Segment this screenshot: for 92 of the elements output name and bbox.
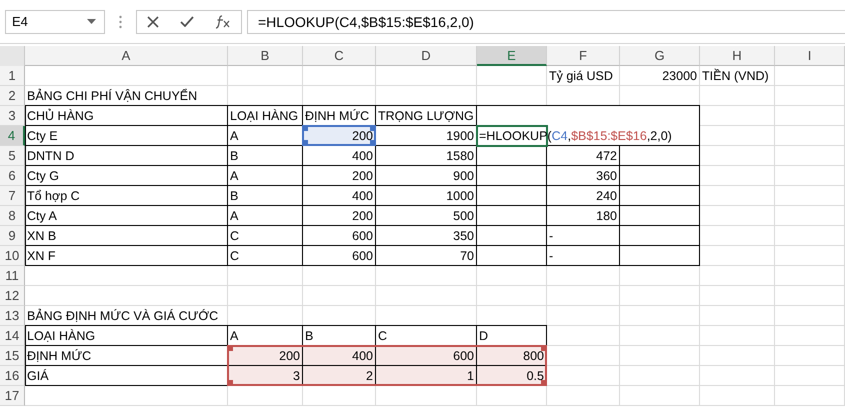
- column-header[interactable]: G: [620, 46, 700, 66]
- table-cell: 350: [453, 229, 474, 243]
- function-icon[interactable]: [214, 14, 231, 28]
- table-cell: Tỷ giá USD: [549, 69, 613, 83]
- table-cell: 600: [453, 349, 474, 363]
- table-cell: 240: [596, 189, 617, 203]
- table-cell: TIỀN (VND): [702, 69, 769, 83]
- table-cell: -: [549, 229, 554, 243]
- table-cell: ĐỊNH MỨC: [305, 109, 370, 123]
- name-box[interactable]: E4: [5, 10, 105, 34]
- column-header[interactable]: F: [547, 46, 620, 66]
- row-header[interactable]: 14: [0, 326, 25, 346]
- table-cell: 500: [453, 209, 474, 223]
- row-header[interactable]: 16: [0, 366, 25, 386]
- column-header[interactable]: A: [25, 46, 228, 66]
- table-cell: A: [230, 169, 238, 183]
- column-header[interactable]: H: [700, 46, 775, 66]
- formula-field[interactable]: =HLOOKUP(C4,$B$15:$E$16,2,0): [247, 10, 845, 34]
- drag-handle-icon[interactable]: [119, 14, 122, 28]
- table-cell: C: [230, 249, 240, 263]
- table-cell: C: [230, 229, 240, 243]
- table-cell: 800: [523, 349, 544, 363]
- table-cell: 3: [293, 369, 300, 383]
- table-cell: LOẠI HÀNG: [27, 329, 96, 343]
- table-cell: 1900: [446, 129, 474, 143]
- caret-icon[interactable]: [87, 19, 96, 24]
- table-cell: B: [305, 329, 314, 343]
- table-cell: LOẠI HÀNG: [230, 109, 298, 123]
- column-header[interactable]: B: [228, 46, 303, 66]
- row-header[interactable]: 13: [0, 306, 25, 326]
- table-cell: A: [230, 329, 238, 343]
- row-header[interactable]: 8: [0, 206, 25, 226]
- column-header[interactable]: D: [376, 46, 477, 66]
- row-header[interactable]: 4: [0, 126, 25, 146]
- table-cell: 360: [596, 169, 617, 183]
- column-header[interactable]: E: [477, 46, 547, 66]
- table-cell: C: [378, 329, 388, 343]
- table-cell: 200: [352, 129, 373, 143]
- table-cell: GIÁ: [27, 369, 49, 383]
- table-cell: CHỦ HÀNG: [27, 109, 94, 123]
- table-cell: 200: [352, 169, 373, 183]
- table-cell: 1: [467, 369, 474, 383]
- table-cell: XN B: [27, 229, 56, 243]
- table-cell: 2: [366, 369, 373, 383]
- table-cell: 400: [352, 189, 373, 203]
- row-header[interactable]: 10: [0, 246, 25, 266]
- table-cell: 400: [352, 349, 373, 363]
- column-header[interactable]: I: [775, 46, 845, 66]
- table-cell: 70: [460, 249, 474, 263]
- table-cell: 600: [352, 249, 373, 263]
- row-header[interactable]: 5: [0, 146, 25, 166]
- cancel-icon[interactable]: [147, 16, 160, 28]
- table-cell: Cty E: [27, 129, 58, 143]
- row-header[interactable]: 9: [0, 226, 25, 246]
- row-header[interactable]: 1: [0, 66, 25, 86]
- table-cell: Cty A: [27, 209, 57, 223]
- column-header[interactable]: C: [303, 46, 376, 66]
- table-cell: Tổ hợp C: [27, 189, 80, 203]
- table-cell: 472: [596, 149, 617, 163]
- table-cell: B: [230, 149, 238, 163]
- table-cell: BẢNG CHI PHÍ VẬN CHUYỂN: [27, 89, 198, 103]
- table-cell: A: [230, 129, 238, 143]
- table-cell: A: [230, 209, 238, 223]
- table-cell: 0.5: [526, 369, 544, 383]
- table-cell: TRỌNG LƯỢNG: [378, 109, 474, 123]
- table-cell: 200: [352, 209, 373, 223]
- table-cell: 1000: [446, 189, 474, 203]
- table-cell: DNTN D: [27, 149, 74, 163]
- table-cell: B: [230, 189, 238, 203]
- row-header[interactable]: 6: [0, 166, 25, 186]
- row-header[interactable]: 2: [0, 86, 25, 106]
- table-cell: Cty G: [27, 169, 59, 183]
- table-cell: D: [479, 329, 488, 343]
- table-cell: -: [549, 249, 554, 263]
- table-cell: 600: [352, 229, 373, 243]
- table-cell: 400: [352, 149, 373, 163]
- cell-reference: E4: [12, 14, 28, 29]
- table-cell: 200: [279, 349, 300, 363]
- table-cell: 23000: [662, 69, 697, 83]
- row-header[interactable]: 17: [0, 386, 25, 406]
- table-cell: 180: [596, 209, 617, 223]
- table-cell: 1580: [446, 149, 474, 163]
- row-header[interactable]: 15: [0, 346, 25, 366]
- table-cell: XN F: [27, 249, 56, 263]
- table-cell: 900: [453, 169, 474, 183]
- table-cell: ĐỊNH MỨC: [27, 349, 92, 363]
- table-cell: BẢNG ĐỊNH MỨC VÀ GIÁ CƯỚC: [27, 309, 218, 323]
- check-icon[interactable]: [180, 16, 194, 27]
- row-header[interactable]: 7: [0, 186, 25, 206]
- row-header[interactable]: 3: [0, 106, 25, 126]
- row-header[interactable]: 12: [0, 286, 25, 306]
- row-header[interactable]: 11: [0, 266, 25, 286]
